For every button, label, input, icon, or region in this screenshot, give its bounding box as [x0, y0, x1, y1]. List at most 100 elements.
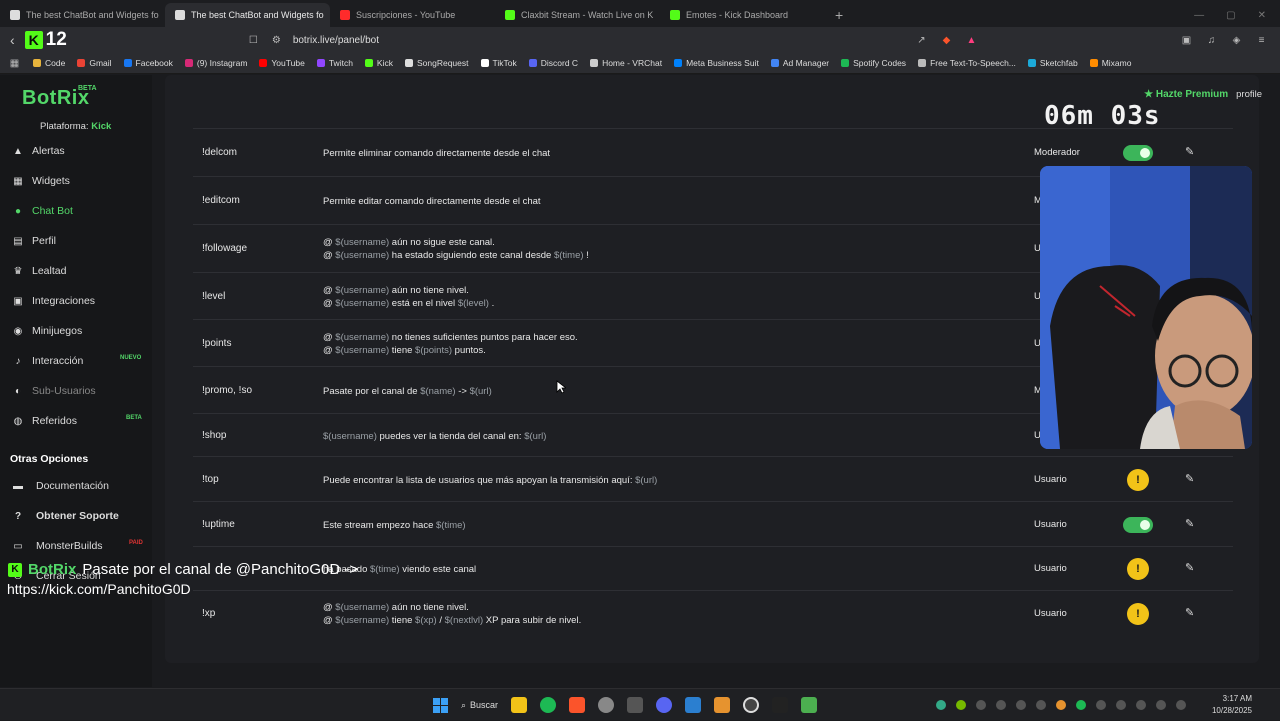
back-icon[interactable]: ‹	[0, 32, 25, 48]
wifi-icon[interactable]	[1116, 700, 1126, 710]
edit-pencil-icon[interactable]: ✎	[1185, 517, 1194, 530]
minecraft-icon[interactable]	[801, 697, 817, 713]
edit-pencil-icon[interactable]: ✎	[1185, 561, 1194, 574]
mic-icon[interactable]	[1136, 700, 1146, 710]
browser-tab[interactable]: Suscripciones - YouTube	[330, 3, 495, 27]
browser-tab[interactable]: The best ChatBot and Widgets fo	[0, 3, 165, 27]
obs-icon[interactable]	[743, 697, 759, 713]
brave-shield-icon[interactable]: ◆	[940, 34, 953, 47]
tray-icon[interactable]	[1056, 700, 1066, 710]
capcut-icon[interactable]	[772, 697, 788, 713]
minimize-icon[interactable]: —	[1194, 10, 1204, 21]
bookmark-favicon-icon	[481, 59, 489, 67]
nav-icon: ▣	[12, 296, 24, 307]
url-field[interactable]: botrix.live/panel/bot	[293, 35, 379, 46]
browser-tab[interactable]: The best ChatBot and Widgets fo×	[165, 3, 330, 27]
sidebar-item-obtener-soporte[interactable]: ?Obtener Soporte	[12, 510, 119, 522]
sidebar-item-perfil[interactable]: ▤Perfil	[12, 235, 56, 247]
windows-start-icon[interactable]	[433, 698, 448, 713]
bookmark-item[interactable]: YouTube	[259, 58, 304, 68]
brave-icon[interactable]	[569, 697, 585, 713]
tray-icon[interactable]	[996, 700, 1006, 710]
edit-pencil-icon[interactable]: ✎	[1185, 606, 1194, 619]
response-variable: $(username)	[335, 332, 389, 343]
bookmark-item[interactable]: Ad Manager	[771, 58, 829, 68]
bookmark-item[interactable]: Home - VRChat	[590, 58, 662, 68]
sidebar-item-widgets[interactable]: ▦Widgets	[12, 175, 70, 187]
tray-icon[interactable]	[1036, 700, 1046, 710]
edit-pencil-icon[interactable]: ✎	[1185, 145, 1194, 158]
warning-icon[interactable]: !	[1127, 558, 1149, 580]
sidebar-item-referidos[interactable]: ◍Referidos	[12, 415, 77, 427]
rewards-icon[interactable]: ▲	[965, 34, 978, 47]
discord-icon[interactable]	[656, 697, 672, 713]
file-explorer-icon[interactable]	[511, 697, 527, 713]
premium-link[interactable]: ★ Hazte Premium	[1144, 89, 1228, 100]
media-icon[interactable]: ♫	[1205, 34, 1218, 47]
sidebar-item-monsterbuilds[interactable]: ▭MonsterBuilds	[12, 540, 103, 552]
sidebar-item-alertas[interactable]: ▲Alertas	[12, 145, 65, 157]
bookmark-item[interactable]: Twitch	[317, 58, 353, 68]
sidebar-item-minijuegos[interactable]: ◉Minijuegos	[12, 325, 82, 337]
tray-icon[interactable]	[976, 700, 986, 710]
share-icon[interactable]: ↗	[915, 34, 928, 47]
new-tab-icon[interactable]: +	[825, 3, 853, 27]
warning-icon[interactable]: !	[1127, 469, 1149, 491]
bookmark-icon[interactable]: ☐	[247, 34, 260, 47]
sidebar-item-integraciones[interactable]: ▣Integraciones	[12, 295, 95, 307]
browser-tab[interactable]: Claxbit Stream - Watch Live on K	[495, 3, 660, 27]
browser-tab[interactable]: Emotes - Kick Dashboard	[660, 3, 825, 27]
command-response: Este stream empezo hace $(time)	[323, 519, 466, 532]
command-enabled-toggle[interactable]	[1123, 517, 1153, 533]
bookmark-item[interactable]: Sketchfab	[1028, 58, 1078, 68]
battery-icon[interactable]	[1176, 700, 1186, 710]
sidebar-item-sub-usuarios[interactable]: ◐Sub-Usuarios	[12, 385, 96, 397]
nvidia-icon[interactable]	[956, 700, 966, 710]
bookmark-item[interactable]: TikTok	[481, 58, 517, 68]
edit-pencil-icon[interactable]: ✎	[1185, 472, 1194, 485]
sidebar-item-interacci-n[interactable]: ♪Interacción	[12, 355, 83, 367]
response-text: Puede encontrar la lista de usuarios que…	[323, 475, 635, 486]
close-window-icon[interactable]: ✕	[1258, 10, 1266, 21]
command-row[interactable]: !uptimeEste stream empezo hace $(time)Us…	[193, 501, 1233, 546]
bookmark-item[interactable]: Code	[33, 58, 65, 68]
bookmark-item[interactable]: (9) Instagram	[185, 58, 248, 68]
sidebar-toggle-icon[interactable]: ▣	[1180, 34, 1193, 47]
tray-icon[interactable]	[1016, 700, 1026, 710]
app-folder-icon[interactable]	[714, 697, 730, 713]
taskbar-search[interactable]: ⌕Buscar	[461, 700, 498, 711]
settings-icon[interactable]	[598, 697, 614, 713]
tray-icon[interactable]	[936, 700, 946, 710]
bookmark-item[interactable]: SongRequest	[405, 58, 469, 68]
response-text: tiene	[389, 615, 415, 626]
spotify-tray-icon[interactable]	[1076, 700, 1086, 710]
bookmark-item[interactable]: Discord C	[529, 58, 578, 68]
vscode-icon[interactable]	[685, 697, 701, 713]
taskbar-clock[interactable]: 3:17 AM 10/28/2025	[1212, 693, 1252, 717]
site-settings-icon[interactable]: ⚙	[270, 34, 283, 47]
response-text: ha estado siguiendo este canal desde	[389, 250, 554, 261]
profile-link[interactable]: profile	[1236, 89, 1262, 100]
command-enabled-toggle[interactable]	[1123, 145, 1153, 161]
command-row[interactable]: !xp@ $(username) aún no tiene nivel.@ $(…	[193, 590, 1233, 635]
warning-icon[interactable]: !	[1127, 603, 1149, 625]
spotify-icon[interactable]	[540, 697, 556, 713]
menu-icon[interactable]: ≡	[1255, 34, 1268, 47]
sidebar-item-lealtad[interactable]: ♛Lealtad	[12, 265, 66, 277]
bookmark-item[interactable]: Spotify Codes	[841, 58, 906, 68]
volume-icon[interactable]	[1156, 700, 1166, 710]
sidebar-item-chat-bot[interactable]: ●Chat Bot	[12, 205, 73, 217]
maximize-icon[interactable]: ▢	[1226, 10, 1235, 21]
app-icon[interactable]	[627, 697, 643, 713]
sidebar-item-documentaci-n[interactable]: ▬Documentación	[12, 480, 109, 492]
bookmark-item[interactable]: Free Text-To-Speech...	[918, 58, 1016, 68]
tray-icon[interactable]	[1096, 700, 1106, 710]
apps-grid-icon[interactable]: ▦	[8, 57, 21, 70]
vpn-icon[interactable]: ◈	[1230, 34, 1243, 47]
bookmark-item[interactable]: Gmail	[77, 58, 111, 68]
bookmark-item[interactable]: Facebook	[124, 58, 173, 68]
command-row[interactable]: !topPuede encontrar la lista de usuarios…	[193, 456, 1233, 501]
bookmark-item[interactable]: Kick	[365, 58, 393, 68]
bookmark-item[interactable]: Meta Business Suit	[674, 58, 759, 68]
bookmark-item[interactable]: Mixamo	[1090, 58, 1132, 68]
